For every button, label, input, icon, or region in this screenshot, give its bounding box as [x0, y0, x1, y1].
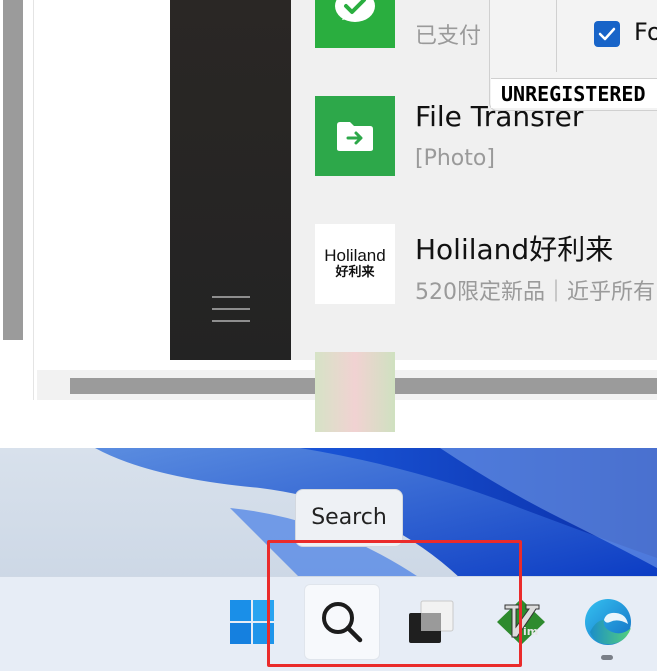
- highlight-box: [267, 540, 522, 667]
- hamburger-menu-icon[interactable]: [212, 296, 250, 324]
- wechat-pay-icon: [315, 0, 395, 48]
- chat-item-holiland[interactable]: Holiland 好利来 Holiland好利来 520限定新品｜近乎所有: [315, 224, 655, 305]
- dialog-divider: [556, 0, 557, 72]
- edge-button[interactable]: [570, 584, 646, 660]
- wechat-sidebar: [170, 0, 291, 360]
- checkmark-icon: [598, 27, 616, 41]
- checkbox[interactable]: [594, 21, 620, 47]
- search-tooltip: Search: [295, 489, 403, 547]
- editor-divider: [33, 0, 34, 400]
- edge-icon: [585, 599, 631, 645]
- chat-preview: 已支付: [415, 24, 482, 49]
- running-indicator: [601, 655, 613, 660]
- holiland-logo-subtext: 好利来: [335, 265, 375, 280]
- chat-preview: [Photo]: [415, 146, 495, 171]
- holiland-logo-text: Holiland: [324, 246, 386, 265]
- holiland-logo: Holiland 好利来: [315, 224, 395, 304]
- chat-name: Holiland好利来: [415, 233, 614, 266]
- chat-preview: 520限定新品｜近乎所有: [415, 280, 655, 305]
- file-transfer-icon: [315, 96, 395, 176]
- checkbox-label: Fo: [634, 18, 657, 46]
- chat-item-partial[interactable]: [315, 352, 655, 432]
- svg-text:im: im: [523, 625, 538, 638]
- unregistered-watermark: UNREGISTERED: [491, 78, 657, 108]
- vertical-scrollbar-thumb[interactable]: [3, 0, 23, 340]
- chat-avatar-photo: [315, 352, 395, 432]
